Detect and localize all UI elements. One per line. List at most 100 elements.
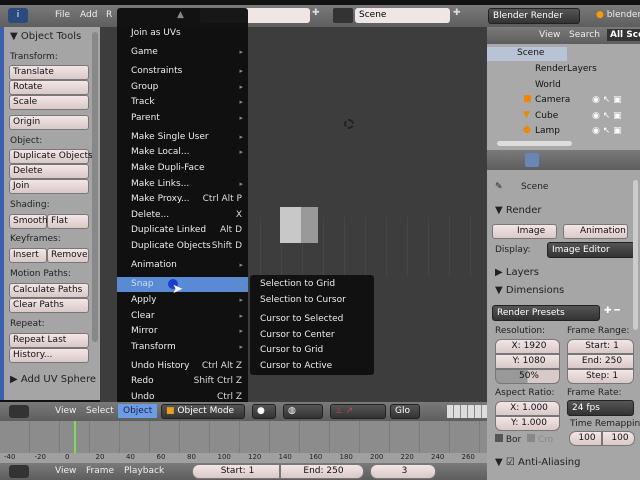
rotate-button[interactable]: Rotate bbox=[9, 80, 89, 95]
render-image-button[interactable]: Image bbox=[492, 224, 557, 239]
crop-checkbox[interactable]: Cro bbox=[527, 434, 553, 445]
timeline-start-field[interactable]: Start: 1 bbox=[192, 464, 280, 479]
menu-item-game[interactable]: Game ▸ bbox=[117, 45, 248, 60]
dimensions-panel-header[interactable]: ▼ Dimensions bbox=[495, 285, 564, 296]
duplicate-objects-button[interactable]: Duplicate Objects bbox=[9, 149, 93, 164]
outliner-item-cube[interactable]: Cube bbox=[535, 111, 558, 121]
insert-keyframe-button[interactable]: Insert bbox=[9, 248, 47, 263]
origin-button[interactable]: Origin bbox=[9, 115, 89, 130]
menu-item-duplicate-objects[interactable]: Duplicate Objects Shift D bbox=[117, 239, 248, 254]
cursor-to-active[interactable]: Cursor to Active bbox=[260, 361, 332, 371]
cursor-to-grid[interactable]: Cursor to Grid bbox=[260, 345, 323, 355]
border-checkbox[interactable]: Bor bbox=[495, 434, 521, 445]
menu-item-undo-history[interactable]: Undo History Ctrl Alt Z bbox=[117, 359, 248, 374]
timeline-frame-menu[interactable]: Frame bbox=[86, 466, 114, 476]
menu-item-track[interactable]: Track ▸ bbox=[117, 95, 248, 110]
history-button[interactable]: History... bbox=[9, 348, 89, 363]
timeline-end-field[interactable]: End: 250 bbox=[280, 464, 364, 479]
translate-button[interactable]: Translate bbox=[9, 65, 89, 80]
menu-item-make-single-user[interactable]: Make Single User ▸ bbox=[117, 130, 248, 145]
resolution-percent-slider[interactable]: 50% bbox=[495, 369, 560, 384]
menu-item-make-local[interactable]: Make Local... ▸ bbox=[117, 145, 248, 160]
outliner-item-lamp[interactable]: Lamp bbox=[535, 126, 560, 136]
shading-select[interactable]: ● bbox=[252, 404, 276, 419]
render-animation-button[interactable]: Animation bbox=[563, 224, 628, 239]
menu-item-make-links[interactable]: Make Links... ▸ bbox=[117, 177, 248, 192]
selection-to-cursor[interactable]: Selection to Cursor bbox=[260, 295, 346, 305]
smooth-button[interactable]: Smooth bbox=[9, 214, 48, 229]
time-remap-new-field[interactable]: 100 bbox=[602, 431, 635, 446]
add-screen-icon[interactable]: ✚ bbox=[312, 8, 320, 18]
menu-item-clear[interactable]: Clear ▸ bbox=[117, 309, 248, 324]
menu-item-transform[interactable]: Transform ▸ bbox=[117, 340, 248, 355]
frame-start-field[interactable]: Start: 1 bbox=[567, 339, 634, 354]
properties-scrollbar[interactable] bbox=[633, 180, 638, 330]
outliner-item-camera[interactable]: Camera bbox=[535, 95, 570, 105]
timeline[interactable] bbox=[0, 421, 487, 453]
view3d-select-menu[interactable]: Select bbox=[86, 406, 114, 416]
outliner-filter-select[interactable]: All Scenes bbox=[607, 29, 640, 41]
outliner-view-menu[interactable]: View bbox=[539, 30, 560, 40]
panel-title[interactable]: ▼ Object Tools bbox=[10, 31, 81, 42]
menu-item-parent[interactable]: Parent ▸ bbox=[117, 111, 248, 126]
menu-item-animation[interactable]: Animation ▸ bbox=[117, 258, 248, 273]
menu-item-make-proxy[interactable]: Make Proxy... Ctrl Alt P bbox=[117, 192, 248, 207]
delete-button[interactable]: Delete bbox=[9, 164, 89, 179]
manipulator-toggle[interactable]: ⊥ ↗ bbox=[330, 404, 386, 419]
menu-item-constraints[interactable]: Constraints ▸ bbox=[117, 64, 248, 79]
menu-item-duplicate-linked[interactable]: Duplicate Linked Alt D bbox=[117, 223, 248, 238]
layers-grid[interactable] bbox=[447, 405, 487, 418]
outliner-search-menu[interactable]: Search bbox=[569, 30, 600, 40]
pin-icon[interactable]: ✎ bbox=[495, 182, 503, 192]
mode-select[interactable]: ■ Object Mode bbox=[161, 404, 245, 419]
menu-item-mirror[interactable]: Mirror ▸ bbox=[117, 324, 248, 339]
outliner-item-scene[interactable]: Scene bbox=[517, 48, 544, 58]
menu-drag-handle[interactable]: ▲ bbox=[177, 10, 184, 20]
visibility-eye-icon[interactable]: ◉ ↖ ▣ bbox=[592, 111, 622, 121]
current-frame-indicator[interactable] bbox=[74, 421, 76, 453]
flat-button[interactable]: Flat bbox=[47, 214, 89, 229]
anti-aliasing-panel-header[interactable]: ▼ ☑ Anti-Aliasing bbox=[495, 457, 580, 468]
menu-item-redo[interactable]: Redo Shift Ctrl Z bbox=[117, 374, 248, 389]
join-button[interactable]: Join bbox=[9, 179, 89, 194]
menu-item-group[interactable]: Group ▸ bbox=[117, 80, 248, 95]
repeat-last-button[interactable]: Repeat Last bbox=[9, 333, 89, 348]
timeline-view-menu[interactable]: View bbox=[55, 466, 76, 476]
menu-item-make-dupli-face[interactable]: Make Dupli-Face bbox=[117, 161, 248, 176]
view3d-object-menu[interactable]: Object bbox=[118, 404, 158, 418]
menu-item-join-as-uvs[interactable]: Join as UVs bbox=[117, 26, 248, 41]
menu-item-delete[interactable]: Delete... X bbox=[117, 208, 248, 223]
timeline-playback-menu[interactable]: Playback bbox=[124, 466, 164, 476]
timeline-editor-type-icon[interactable] bbox=[9, 465, 29, 478]
add-preset-icon[interactable]: ✚ ━ bbox=[604, 306, 620, 316]
cursor-to-center[interactable]: Cursor to Center bbox=[260, 330, 335, 340]
aspect-x-field[interactable]: X: 1.000 bbox=[495, 401, 560, 416]
calculate-paths-button[interactable]: Calculate Paths bbox=[9, 283, 89, 298]
current-frame-field[interactable]: 3 bbox=[370, 464, 436, 479]
outliner-scrollbar[interactable] bbox=[497, 141, 572, 146]
menu-file[interactable]: File bbox=[55, 10, 70, 20]
editor-type-icon[interactable]: i bbox=[8, 8, 28, 23]
scale-button[interactable]: Scale bbox=[9, 95, 89, 110]
selection-to-grid[interactable]: Selection to Grid bbox=[260, 279, 335, 289]
display-select[interactable]: Image Editor bbox=[547, 242, 635, 258]
remove-keyframe-button[interactable]: Remove bbox=[47, 248, 89, 263]
render-presets-select[interactable]: Render Presets bbox=[492, 305, 600, 321]
pivot-select[interactable]: ◍ bbox=[283, 404, 323, 419]
menu-add[interactable]: Add bbox=[80, 10, 97, 20]
render-tab-icon[interactable] bbox=[525, 153, 539, 167]
resolution-y-field[interactable]: Y: 1080 bbox=[495, 354, 560, 369]
time-remap-old-field[interactable]: 100 bbox=[569, 431, 602, 446]
outliner-item-world[interactable]: World bbox=[535, 80, 561, 90]
outliner-item-renderlayers[interactable]: RenderLayers bbox=[535, 64, 597, 74]
resolution-x-field[interactable]: X: 1920 bbox=[495, 339, 560, 354]
menu-render[interactable]: R bbox=[106, 10, 112, 20]
tool-panel-scrollbar[interactable] bbox=[92, 32, 98, 342]
aspect-y-field[interactable]: Y: 1.000 bbox=[495, 416, 560, 431]
frame-step-field[interactable]: Step: 1 bbox=[567, 369, 634, 384]
cursor-to-selected[interactable]: Cursor to Selected bbox=[260, 314, 343, 324]
render-panel-header[interactable]: ▼ Render bbox=[495, 205, 541, 216]
cube-object[interactable] bbox=[280, 207, 318, 243]
layers-panel-header[interactable]: ▶ Layers bbox=[495, 267, 539, 278]
add-scene-icon[interactable]: ✚ bbox=[453, 8, 461, 18]
